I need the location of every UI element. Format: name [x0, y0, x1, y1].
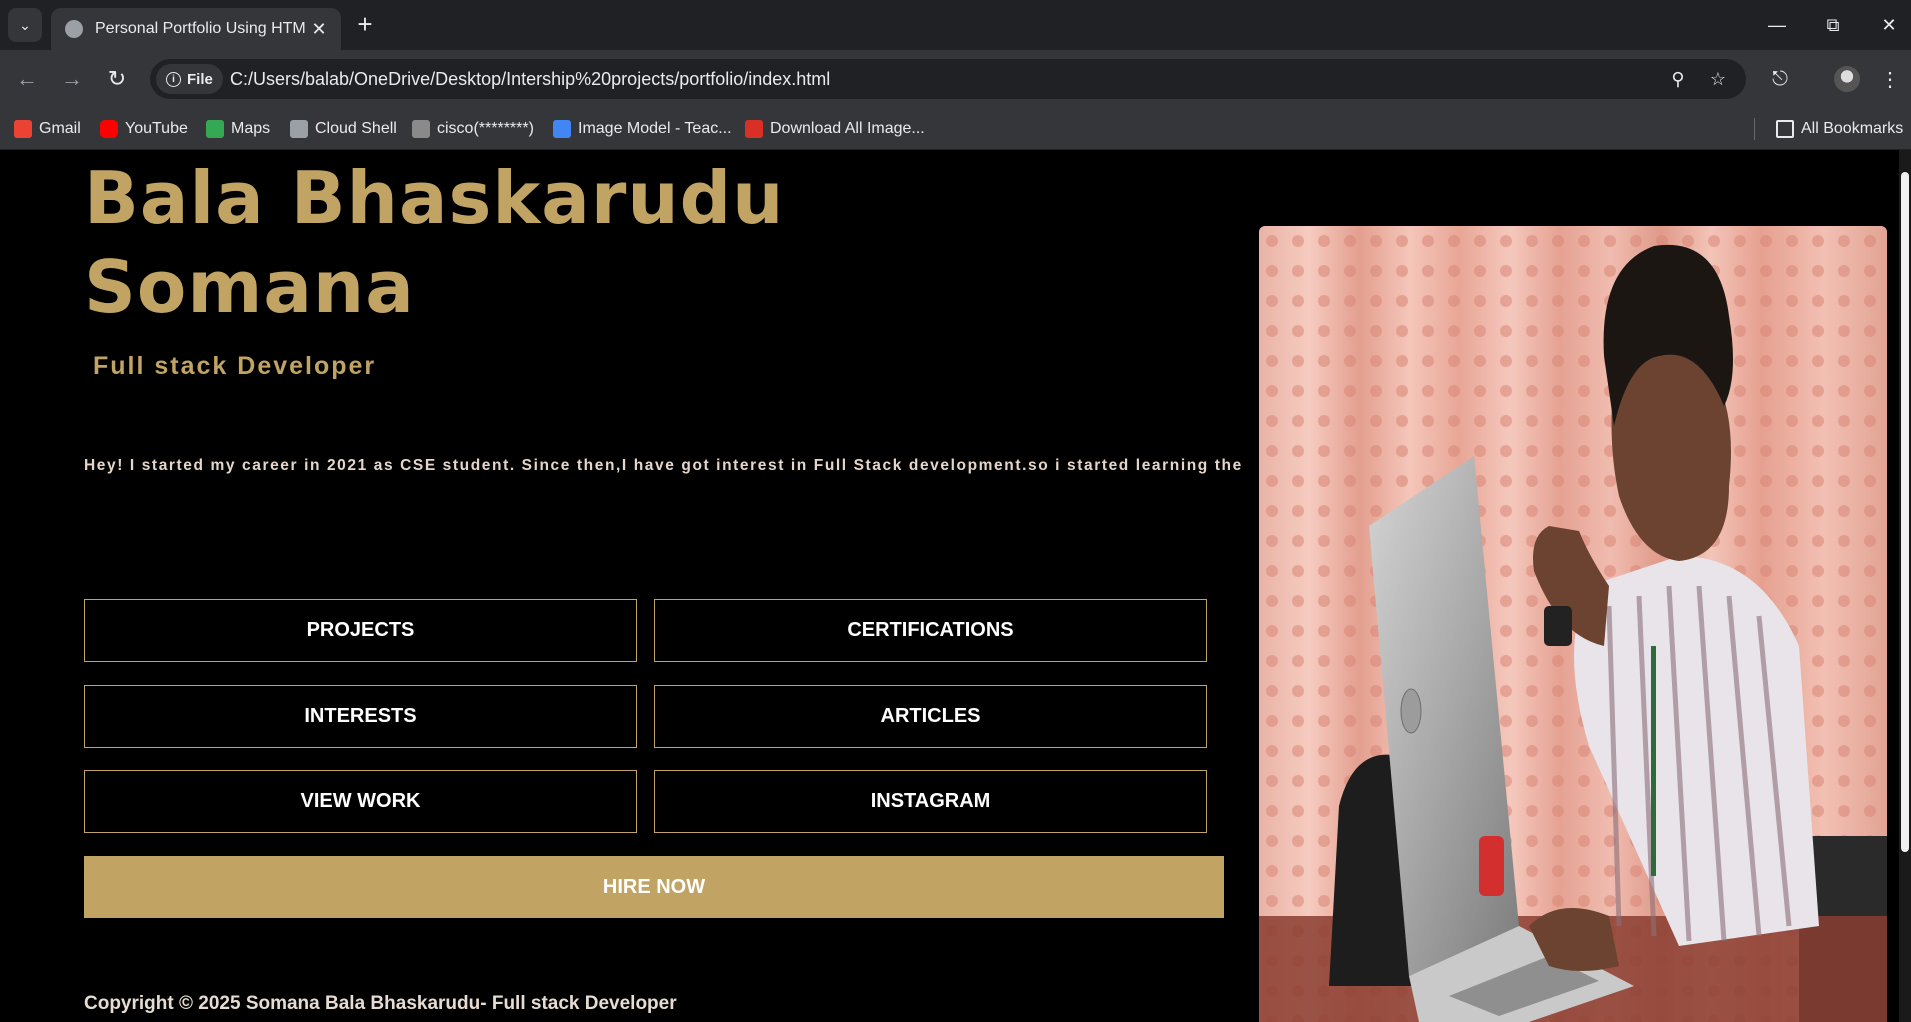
bookmark-label: Image Model - Teac...: [578, 120, 732, 137]
all-bookmarks-label: All Bookmarks: [1801, 120, 1904, 137]
youtube-icon: [100, 120, 118, 138]
address-bar[interactable]: i File C:/Users/balab/OneDrive/Desktop/I…: [150, 59, 1746, 99]
info-icon: i: [166, 71, 181, 87]
bookmark-youtube[interactable]: YouTube: [100, 117, 188, 141]
portfolio-page: Bala Bhaskarudu Somana Full stack Develo…: [0, 150, 1911, 1022]
hero-role: Full stack Developer: [93, 352, 377, 380]
browser-tab[interactable]: Personal Portfolio Using HTML & CSS ✕: [51, 8, 341, 50]
bookmark-maps[interactable]: Maps: [206, 117, 270, 141]
close-icon[interactable]: ✕: [307, 19, 331, 40]
bookmark-download-images[interactable]: Download All Image...: [745, 117, 925, 141]
cisco-icon: [412, 120, 430, 138]
zoom-icon[interactable]: ⚲: [1666, 67, 1690, 91]
bookmark-label: Download All Image...: [770, 120, 925, 137]
bookmark-cloud-shell[interactable]: Cloud Shell: [290, 117, 397, 141]
cloud-shell-icon: [290, 120, 308, 138]
file-label: File: [187, 70, 213, 88]
forward-icon[interactable]: →: [55, 62, 89, 96]
bookmarks-divider: [1754, 118, 1755, 140]
bookmark-cisco[interactable]: cisco(********): [412, 117, 534, 141]
bookmark-label: Maps: [231, 120, 271, 137]
projects-button[interactable]: PROJECTS: [84, 599, 637, 662]
footer-copyright: Copyright © 2025 Somana Bala Bhaskarudu-…: [84, 993, 677, 1014]
window-close-icon[interactable]: ✕: [1866, 8, 1911, 42]
restore-icon[interactable]: ⧉: [1810, 8, 1856, 42]
bookmark-label: YouTube: [125, 120, 188, 137]
bookmark-gmail[interactable]: Gmail: [14, 117, 81, 141]
hero-name-line2: Somana: [84, 245, 415, 329]
menu-icon[interactable]: ⋮: [1875, 64, 1905, 94]
new-tab-button[interactable]: +: [352, 11, 378, 38]
hire-now-button[interactable]: HIRE NOW: [84, 856, 1224, 918]
teachable-machine-icon: [553, 120, 571, 138]
site-info-chip[interactable]: i File: [156, 64, 223, 94]
minimize-icon[interactable]: —: [1754, 8, 1800, 42]
gmail-icon: [14, 120, 32, 138]
hero-bio: Hey! I started my career in 2021 as CSE …: [84, 457, 1243, 474]
instagram-button[interactable]: INSTAGRAM: [654, 770, 1207, 833]
url-text[interactable]: C:/Users/balab/OneDrive/Desktop/Intershi…: [230, 69, 830, 90]
hero-name-line1: Bala Bhaskarudu: [84, 156, 785, 240]
bookmark-label: cisco(********): [437, 120, 534, 137]
folder-icon: [1776, 120, 1794, 138]
profile-photo: [1259, 226, 1887, 1022]
download-images-icon: [745, 120, 763, 138]
interests-button[interactable]: INTERESTS: [84, 685, 637, 748]
chevron-down-icon: ⌄: [19, 16, 31, 33]
view-work-button[interactable]: VIEW WORK: [84, 770, 637, 833]
bookmark-star-icon[interactable]: ☆: [1706, 67, 1730, 91]
maps-icon: [206, 120, 224, 138]
all-bookmarks-button[interactable]: All Bookmarks: [1776, 117, 1903, 141]
bookmarks-bar: Gmail YouTube Maps Cloud Shell cisco(***…: [0, 108, 1911, 150]
tab-title: Personal Portfolio Using HTML & CSS: [95, 20, 307, 37]
profile-avatar[interactable]: [1834, 66, 1860, 92]
reload-icon[interactable]: ↻: [100, 62, 134, 96]
articles-button[interactable]: ARTICLES: [654, 685, 1207, 748]
tab-search-button[interactable]: ⌄: [8, 8, 42, 42]
extensions-icon[interactable]: ⎋: [1765, 64, 1795, 94]
page-scrollbar-thumb[interactable]: [1901, 172, 1909, 852]
globe-icon: [65, 20, 83, 38]
bookmark-teachable-machine[interactable]: Image Model - Teac...: [553, 117, 732, 141]
hero-name: Bala Bhaskarudu Somana: [84, 154, 884, 332]
browser-tab-bar: ⌄ Personal Portfolio Using HTML & CSS ✕ …: [0, 0, 1911, 50]
back-icon[interactable]: ←: [10, 62, 44, 96]
bookmark-label: Gmail: [39, 120, 81, 137]
certifications-button[interactable]: CERTIFICATIONS: [654, 599, 1207, 662]
browser-toolbar: ← → ↻ i File C:/Users/balab/OneDrive/Des…: [0, 50, 1911, 108]
bookmark-label: Cloud Shell: [315, 120, 397, 137]
